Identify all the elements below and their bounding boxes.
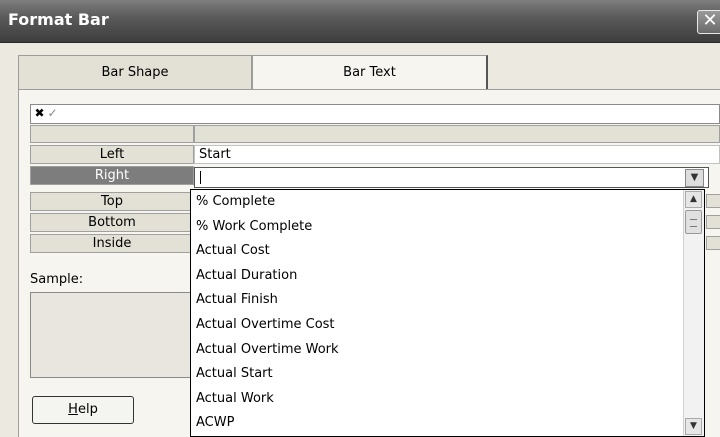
list-item[interactable]: Actual Duration — [191, 264, 704, 289]
grid-header-field — [194, 125, 720, 143]
row-value-top-edge — [706, 194, 720, 208]
help-label-rest: elp — [77, 402, 98, 417]
title-bar: Format Bar ✕ — [0, 0, 720, 43]
tab-bar-text[interactable]: Bar Text — [252, 55, 488, 89]
help-mnemonic: H — [68, 402, 78, 417]
list-item[interactable]: ACWP — [191, 411, 704, 436]
list-item[interactable]: Actual Finish — [191, 288, 704, 313]
row-value-bottom-edge — [706, 215, 720, 229]
sample-preview — [30, 292, 200, 378]
row-label-inside[interactable]: Inside — [30, 234, 194, 253]
scroll-down-icon[interactable]: ▼ — [685, 418, 702, 435]
scroll-up-icon[interactable]: ▲ — [685, 191, 702, 208]
row-value-left[interactable]: Start — [194, 145, 720, 164]
list-item[interactable]: Actual Work — [191, 387, 704, 412]
close-button[interactable]: ✕ — [697, 10, 720, 34]
list-item[interactable]: Actual Start — [191, 362, 704, 387]
grid-header-corner — [30, 125, 194, 143]
grip-icon — [690, 219, 697, 227]
row-label-left[interactable]: Left — [30, 145, 194, 164]
list-item[interactable]: % Work Complete — [191, 215, 704, 240]
list-item[interactable]: Actual Cost — [191, 239, 704, 264]
accept-entry-icon[interactable]: ✓ — [46, 107, 59, 120]
text-caret — [200, 171, 201, 184]
field-dropdown-list[interactable]: % Complete % Work Complete Actual Cost A… — [190, 189, 705, 437]
row-label-bottom[interactable]: Bottom — [30, 213, 194, 232]
dialog-title: Format Bar — [8, 10, 109, 29]
dropdown-scrollbar[interactable]: ▲ ▼ — [683, 190, 704, 436]
scroll-thumb[interactable] — [685, 210, 702, 234]
list-item[interactable]: Actual Overtime Work — [191, 338, 704, 363]
field-combo-input[interactable] — [194, 167, 709, 188]
help-button[interactable]: Help — [32, 396, 134, 424]
cancel-entry-icon[interactable]: ✖ — [33, 107, 46, 120]
combo-dropdown-button[interactable]: ▼ — [685, 169, 704, 187]
list-item[interactable]: Actual Overtime Cost — [191, 313, 704, 338]
list-item[interactable]: % Complete — [191, 190, 704, 215]
row-value-inside-edge — [706, 236, 720, 250]
entry-bar[interactable]: ✖ ✓ — [30, 104, 720, 124]
row-label-top[interactable]: Top — [30, 192, 194, 211]
row-label-right[interactable]: Right — [30, 166, 194, 185]
sample-label: Sample: — [30, 272, 84, 287]
tab-bar-shape[interactable]: Bar Shape — [18, 55, 252, 89]
